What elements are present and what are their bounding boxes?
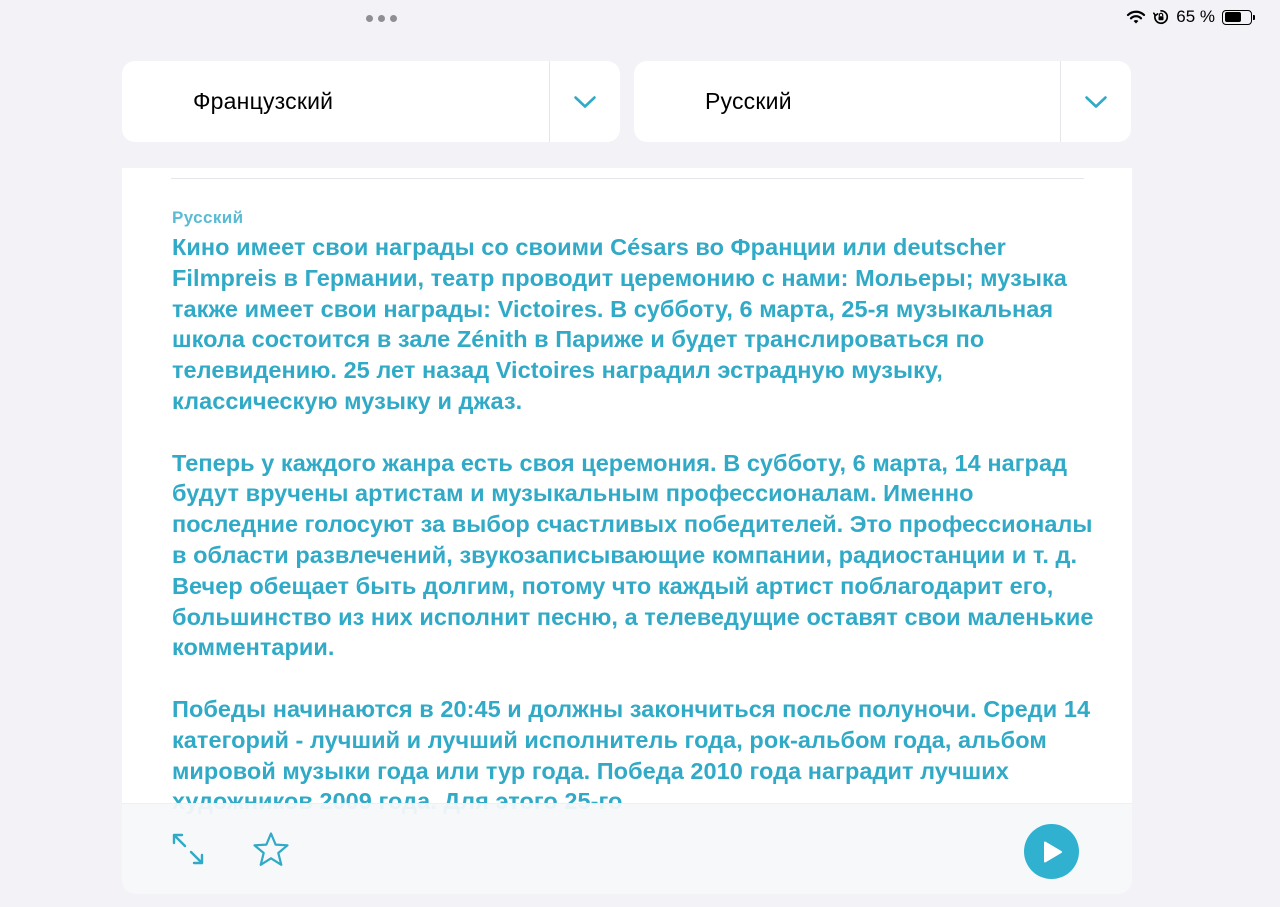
translation-paragraph: Теперь у каждого жанра есть своя церемон… (172, 449, 1094, 661)
translation-toolbar (122, 803, 1132, 894)
multitasking-dots-icon[interactable] (366, 15, 397, 22)
play-button[interactable] (1024, 824, 1079, 879)
source-language-picker[interactable]: Французский (122, 61, 620, 142)
play-icon (1043, 841, 1062, 862)
chevron-down-icon (1085, 95, 1107, 108)
target-language-label: Русский (705, 88, 792, 114)
target-language-dropdown-button[interactable] (1061, 61, 1131, 142)
expand-icon (172, 833, 204, 865)
battery-level (1224, 12, 1241, 22)
favorite-button[interactable] (252, 831, 290, 869)
chevron-down-icon (574, 95, 596, 108)
translation-language-label: Русский (172, 208, 244, 227)
target-language-picker[interactable]: Русский (634, 61, 1131, 142)
translation-paragraph: Кино имеет свои награды со своими Césars… (172, 234, 1067, 414)
battery-icon (1222, 9, 1256, 25)
wifi-icon (1126, 10, 1146, 25)
status-indicators: 65 % (1126, 7, 1256, 27)
source-language-label: Французский (193, 88, 334, 114)
status-bar: 65 % (0, 0, 1280, 36)
rotation-lock-icon (1153, 9, 1169, 25)
source-language-dropdown-button[interactable] (550, 61, 620, 142)
fullscreen-button[interactable] (170, 831, 206, 867)
star-icon (253, 832, 289, 866)
translation-paragraph: Победы начинаются в 20:45 и должны закон… (172, 695, 1091, 815)
divider (171, 178, 1084, 179)
translation-output[interactable]: Русский Кино имеет свои награды со своим… (172, 208, 1102, 848)
battery-percent: 65 % (1176, 7, 1215, 26)
translation-card: Русский Кино имеет свои награды со своим… (122, 168, 1132, 894)
